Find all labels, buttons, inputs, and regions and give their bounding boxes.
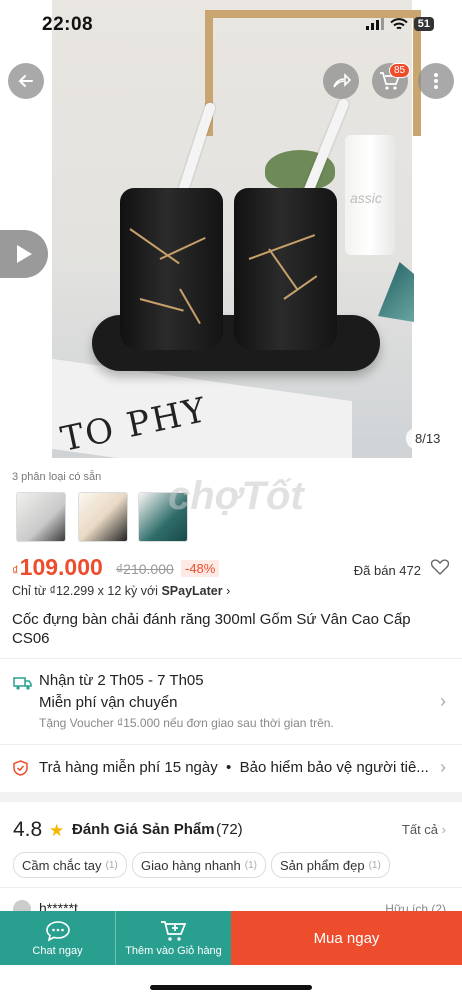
add-to-cart-label: Thêm vào Giỏ hàng xyxy=(125,944,222,957)
variants-label: 3 phân loại có sẵn xyxy=(12,471,102,483)
sold-count: Đã bán 472 xyxy=(353,563,421,578)
back-button[interactable] xyxy=(8,63,44,99)
variant-thumbnail[interactable] xyxy=(78,492,128,542)
product-image-gallery[interactable]: assic TO PHY 85 8/13 xyxy=(0,0,462,458)
watermark: chợTốt xyxy=(168,474,304,518)
review-tag-label: Sản phẩm đẹp xyxy=(280,857,365,873)
review-tag-count: (1) xyxy=(105,859,118,871)
home-indicator xyxy=(150,985,312,990)
review-tag-count: (1) xyxy=(368,859,381,871)
signal-icon xyxy=(365,18,384,30)
original-price: ₫210.000 xyxy=(116,561,174,577)
returns-section[interactable]: Trả hàng miễn phí 15 ngày • Bảo hiểm bảo… xyxy=(0,745,462,789)
share-icon xyxy=(333,73,351,88)
battery-level: 51 xyxy=(413,17,434,31)
cart-badge: 85 xyxy=(389,63,411,78)
review-tag-count: (1) xyxy=(244,859,257,871)
glass-text: assic xyxy=(350,190,382,206)
status-time: 22:08 xyxy=(42,14,94,35)
review-tag[interactable]: Giao hàng nhanh (1) xyxy=(132,852,266,878)
shipping-section[interactable]: Nhận từ 2 Th05 - 7 Th05 Miễn phí vận chu… xyxy=(0,659,462,743)
truck-icon xyxy=(13,677,32,690)
play-video-button[interactable] xyxy=(0,230,48,278)
buy-now-button[interactable]: Mua ngay xyxy=(231,911,462,965)
status-bar: 22:08 51 xyxy=(0,0,462,50)
installment-info[interactable]: Chỉ từ ₫12.299 x 12 kỳ với SPayLater › xyxy=(12,584,230,598)
discount-badge: -48% xyxy=(181,560,220,577)
chat-icon xyxy=(45,920,70,942)
marble-cup xyxy=(120,188,223,350)
more-icon xyxy=(434,73,438,89)
product-title: Cốc đựng bàn chải đánh răng 300ml Gốm Sứ… xyxy=(12,611,411,647)
chevron-right-icon: › xyxy=(440,691,446,711)
section-separator xyxy=(0,792,462,802)
back-arrow-icon xyxy=(18,75,33,87)
current-price: ₫ 109.000 xyxy=(12,554,103,581)
bottom-action-bar: Chat ngay Thêm vào Giỏ hàng Mua ngay xyxy=(0,911,462,965)
returns-text: Trả hàng miễn phí 15 ngày • Bảo hiểm bảo… xyxy=(39,759,429,776)
review-tag-label: Cầm chắc tay xyxy=(22,857,102,873)
rating-title: Đánh Giá Sản Phẩm xyxy=(72,821,215,838)
chevron-right-icon: › xyxy=(226,584,231,598)
review-tag[interactable]: Sản phẩm đẹp (1) xyxy=(271,852,390,878)
buy-now-label: Mua ngay xyxy=(313,929,380,947)
installment-provider: SPayLater xyxy=(161,584,223,598)
review-tag-label: Giao hàng nhanh xyxy=(141,857,241,873)
review-tag[interactable]: Cầm chắc tay (1) xyxy=(13,852,127,878)
more-button[interactable] xyxy=(418,63,454,99)
wifi-icon xyxy=(390,17,408,29)
chevron-right-icon: › xyxy=(440,757,446,777)
free-shipping: Miễn phí vận chuyển xyxy=(39,694,178,711)
installment-prefix: Chỉ từ ₫12.299 x 12 kỳ với xyxy=(12,584,162,598)
star-icon: ★ xyxy=(49,821,65,840)
divider xyxy=(0,887,462,888)
shield-icon xyxy=(13,760,28,776)
heart-icon xyxy=(430,559,450,575)
variant-thumbnail[interactable] xyxy=(16,492,66,542)
chat-now-button[interactable]: Chat ngay xyxy=(0,911,115,965)
status-icons: 51 xyxy=(365,17,434,31)
chevron-right-icon: › xyxy=(441,822,446,837)
add-cart-icon xyxy=(160,920,186,941)
see-all-reviews-link[interactable]: Tất cả › xyxy=(402,822,446,837)
add-to-cart-button[interactable]: Thêm vào Giỏ hàng xyxy=(115,911,231,965)
rating-count: (72) xyxy=(216,821,243,838)
favorite-button[interactable] xyxy=(430,559,450,580)
rating-score: 4.8 xyxy=(13,818,43,841)
marble-cup xyxy=(234,188,337,350)
share-button[interactable] xyxy=(323,63,359,99)
see-all-label: Tất cả xyxy=(401,822,439,837)
image-counter: 8/13 xyxy=(406,428,450,449)
currency-symbol: ₫ xyxy=(12,563,19,578)
shipping-voucher: Tặng Voucher ₫15.000 nếu đơn giao sau th… xyxy=(39,716,334,730)
play-icon xyxy=(17,245,32,263)
delivery-date: Nhận từ 2 Th05 - 7 Th05 xyxy=(39,672,204,689)
chat-now-label: Chat ngay xyxy=(32,944,83,957)
price-value: 109.000 xyxy=(19,554,103,580)
